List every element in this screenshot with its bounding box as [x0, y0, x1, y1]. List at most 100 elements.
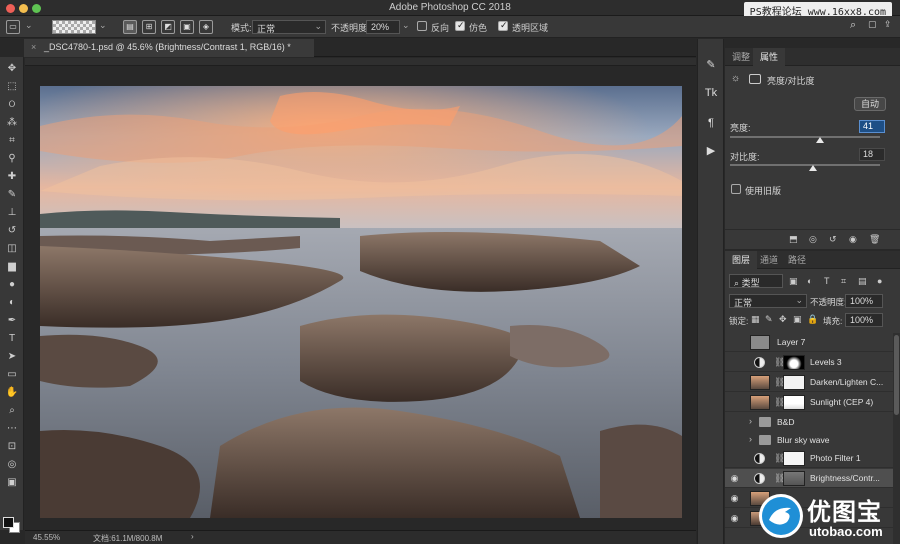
dodge-tool-icon[interactable]: ◐: [3, 295, 21, 311]
filter-adjustment-icon[interactable]: ◐: [807, 276, 812, 286]
reset-icon[interactable]: ↺: [829, 234, 837, 245]
transparency-checkbox[interactable]: [498, 20, 508, 31]
filter-shape-icon[interactable]: ⌗: [841, 276, 846, 287]
path-selection-tool-icon[interactable]: ➤: [3, 349, 21, 365]
layer-row[interactable]: Layer 7: [725, 333, 893, 352]
screen-mode-icon[interactable]: ▣: [3, 475, 21, 491]
expand-group-icon[interactable]: ›: [749, 416, 752, 426]
layer-mask-thumbnail[interactable]: [783, 375, 805, 390]
eye-icon[interactable]: ◉: [729, 473, 740, 484]
tab-properties[interactable]: 属性: [753, 48, 786, 66]
edit-toolbar-icon[interactable]: ⊡: [3, 439, 21, 455]
lock-position-icon[interactable]: ✥: [779, 314, 787, 325]
layers-scrollbar-thumb[interactable]: [894, 335, 899, 415]
chevron-down-icon[interactable]: ⌄: [25, 20, 33, 31]
document-image[interactable]: [40, 86, 682, 518]
search-icon[interactable]: ⌕: [850, 19, 856, 32]
zoom-level[interactable]: 45.55%: [33, 533, 60, 542]
reverse-checkbox[interactable]: [417, 21, 427, 31]
fill-input[interactable]: 100%: [845, 313, 883, 327]
linear-gradient-icon[interactable]: ▤: [123, 20, 137, 34]
visibility-toggle[interactable]: [729, 377, 740, 388]
history-brush-tool-icon[interactable]: ↺: [3, 223, 21, 239]
brightness-slider-thumb[interactable]: [816, 137, 824, 143]
visibility-toggle[interactable]: [729, 435, 740, 446]
layer-mask-thumbnail[interactable]: [783, 355, 805, 370]
layer-mask-thumbnail[interactable]: [783, 395, 805, 410]
filter-type-icon[interactable]: T: [824, 276, 830, 286]
angle-gradient-icon[interactable]: ◩: [161, 20, 175, 34]
blur-tool-icon[interactable]: ●: [3, 277, 21, 293]
layer-filter-select[interactable]: ⌕ 类型: [729, 274, 783, 288]
zoom-tool-icon[interactable]: ⌕: [3, 403, 21, 419]
type-tool-icon[interactable]: T: [3, 331, 21, 347]
eye-icon[interactable]: ◉: [729, 493, 740, 504]
visibility-icon[interactable]: ◉: [849, 234, 857, 245]
workspace-icon[interactable]: ▢: [868, 19, 877, 30]
contrast-slider-thumb[interactable]: [808, 165, 817, 171]
actions-play-icon[interactable]: ▶: [703, 143, 719, 159]
layer-row[interactable]: ⛓ Darken/Lighten C...: [725, 373, 893, 392]
visibility-toggle[interactable]: [729, 397, 740, 408]
layer-mask-thumbnail[interactable]: [783, 451, 805, 466]
magic-wand-tool-icon[interactable]: ⁂: [3, 115, 21, 131]
delete-icon[interactable]: 🗑: [869, 234, 880, 245]
layer-mask-thumbnail[interactable]: [783, 471, 805, 486]
blend-mode-select[interactable]: 正常 ⌄: [729, 294, 807, 308]
dither-checkbox[interactable]: [455, 20, 465, 31]
filter-smart-object-icon[interactable]: ▤: [858, 276, 867, 287]
radial-gradient-icon[interactable]: ⊞: [142, 20, 156, 34]
diamond-gradient-icon[interactable]: ◈: [199, 20, 213, 34]
layer-opacity-input[interactable]: 100%: [845, 294, 883, 308]
paragraph-panel-icon[interactable]: ¶: [703, 115, 719, 131]
brightness-slider-track[interactable]: [730, 136, 880, 138]
marquee-tool-icon[interactable]: ⬚: [3, 79, 21, 95]
filter-pixel-icon[interactable]: ▣: [789, 276, 798, 287]
rectangle-tool-icon[interactable]: ▭: [3, 367, 21, 383]
reflected-gradient-icon[interactable]: ▣: [180, 20, 194, 34]
share-icon[interactable]: ⇪: [884, 19, 892, 30]
tab-paths[interactable]: 路径: [781, 251, 813, 269]
gradient-tool-preset-icon[interactable]: ▭: [6, 20, 20, 34]
legacy-checkbox[interactable]: [731, 184, 741, 194]
character-panel-icon[interactable]: Tk: [703, 85, 719, 101]
lock-image-icon[interactable]: ✎: [765, 314, 773, 325]
pen-tool-icon[interactable]: ✒: [3, 313, 21, 329]
brush-tool-icon[interactable]: ✎: [3, 187, 21, 203]
layer-row[interactable]: ⛓ Levels 3: [725, 353, 893, 372]
lock-all-icon[interactable]: 🔒: [807, 314, 818, 325]
more-tools-icon[interactable]: ⋯: [3, 421, 21, 437]
opacity-dropdown-icon[interactable]: ⌄: [402, 20, 410, 31]
lock-artboard-icon[interactable]: ▣: [793, 314, 802, 325]
layer-row[interactable]: ⛓ Photo Filter 1: [725, 449, 893, 468]
foreground-color-swatch[interactable]: [3, 517, 14, 528]
view-previous-icon[interactable]: ◎: [809, 234, 817, 245]
move-tool-icon[interactable]: ✥: [3, 61, 21, 77]
contrast-slider-track[interactable]: [730, 164, 880, 166]
layer-group-row[interactable]: › B&D: [725, 413, 893, 432]
eye-icon[interactable]: ◉: [729, 513, 740, 524]
opacity-input[interactable]: 20%: [366, 20, 400, 34]
gradient-dropdown-icon[interactable]: ⌄: [99, 20, 107, 31]
layer-row[interactable]: ⛓ Sunlight (CEP 4): [725, 393, 893, 412]
healing-brush-tool-icon[interactable]: ✚: [3, 169, 21, 185]
visibility-toggle[interactable]: [729, 337, 740, 348]
expand-group-icon[interactable]: ›: [749, 434, 752, 444]
quick-mask-icon[interactable]: ◎: [3, 457, 21, 473]
lock-transparent-icon[interactable]: ▦: [751, 314, 760, 325]
contrast-input[interactable]: 18: [859, 148, 885, 161]
mode-select[interactable]: 正常 ⌄: [252, 20, 326, 34]
eyedropper-tool-icon[interactable]: ⚲: [3, 151, 21, 167]
visibility-toggle[interactable]: [729, 453, 740, 464]
clone-stamp-tool-icon[interactable]: ⊥: [3, 205, 21, 221]
visibility-toggle[interactable]: [729, 417, 740, 428]
gradient-tool-icon[interactable]: ▆: [3, 259, 21, 275]
eraser-tool-icon[interactable]: ◫: [3, 241, 21, 257]
mask-icon[interactable]: [749, 74, 761, 84]
auto-button[interactable]: 自动: [854, 97, 886, 111]
status-menu-arrow-icon[interactable]: ›: [191, 532, 194, 541]
gradient-preview[interactable]: [52, 20, 96, 34]
close-tab-icon[interactable]: ×: [31, 42, 36, 52]
filter-toggle-icon[interactable]: ●: [877, 276, 882, 286]
hand-tool-icon[interactable]: ✋: [3, 385, 21, 401]
